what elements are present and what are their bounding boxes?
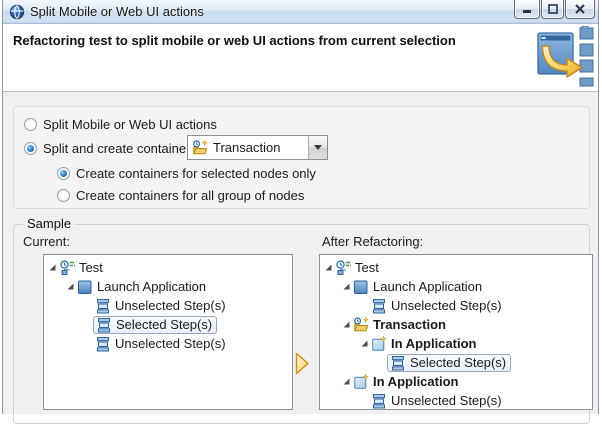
step-icon [96,317,112,333]
radio-icon[interactable] [57,189,70,202]
tree-item-label: In Application [391,336,477,351]
radio-all-nodes-label: Create containers for all group of nodes [76,188,305,203]
tree-item-label: Selected Step(s) [410,355,507,370]
minimize-icon [523,9,531,13]
header-message: Refactoring test to split mobile or web … [13,33,456,48]
close-button[interactable] [565,0,595,19]
transaction-icon [353,316,369,333]
refactor-banner-icon [536,25,594,93]
radio-split-actions-label: Split Mobile or Web UI actions [43,117,217,132]
tree-row[interactable]: In Application [320,334,592,353]
window-controls [513,0,595,19]
tree-row[interactable]: Launch Application [320,277,592,296]
transfer-arrow-icon [295,352,310,378]
launch-app-icon [353,279,369,295]
radio-split-actions[interactable]: Split Mobile or Web UI actions [24,117,217,132]
radio-selected-nodes[interactable]: Create containers for selected nodes onl… [57,166,316,181]
expand-triangle-icon[interactable] [324,263,335,272]
maximize-icon [547,4,558,14]
tree-row[interactable]: Unselected Step(s) [44,296,292,315]
current-tree[interactable]: Test Launch Application Unselected Step(s)… [43,254,293,410]
radio-split-container-label: Split and create container: [43,141,195,156]
step-icon [371,393,387,409]
tree-row[interactable]: Unselected Step(s) [320,391,592,409]
tree-row[interactable]: Transaction [320,315,592,334]
tree-row[interactable]: Selected Step(s) [44,315,292,334]
sample-group: Sample Current: After Refactoring: Test L… [13,216,593,424]
tree-item-label: Launch Application [97,279,207,294]
test-icon [59,259,75,276]
tree-row[interactable]: In Application [320,372,592,391]
expand-triangle-icon[interactable] [66,282,77,291]
tree-item-label: Test [79,260,103,275]
radio-selected-nodes-label: Create containers for selected nodes onl… [76,166,316,181]
radio-icon[interactable] [24,142,37,155]
test-icon [335,259,351,276]
tree-item-label: Launch Application [373,279,483,294]
minimize-button[interactable] [514,0,540,19]
container-type-value: Transaction [213,140,281,155]
tree-item-label: Selected Step(s) [116,317,213,332]
tree-item-label: Unselected Step(s) [391,393,502,408]
step-icon [371,298,387,314]
expand-triangle-icon[interactable] [342,320,353,329]
radio-split-container[interactable]: Split and create container: [24,141,194,156]
maximize-button[interactable] [541,0,564,19]
dialog-window: Split Mobile or Web UI actions Refactori… [2,0,599,424]
tree-row[interactable]: Selected Step(s) [320,353,592,372]
launch-app-icon [77,279,93,295]
sample-group-label: Sample [23,216,76,231]
tree-row[interactable]: Test [320,258,592,277]
expand-triangle-icon[interactable] [342,377,353,386]
tree-item-label: Unselected Step(s) [115,298,226,313]
current-tree-label: Current: [23,234,70,249]
title-bar[interactable]: Split Mobile or Web UI actions [3,0,598,24]
window-title: Split Mobile or Web UI actions [30,4,204,19]
transaction-icon [192,139,208,156]
radio-all-nodes[interactable]: Create containers for all group of nodes [57,188,304,203]
chevron-down-icon [314,145,322,150]
expand-triangle-icon[interactable] [360,339,371,348]
step-icon [95,298,111,314]
tree-row[interactable]: Unselected Step(s) [320,296,592,315]
tree-item-label: Unselected Step(s) [115,336,226,351]
options-box: Split Mobile or Web UI actions Split and… [13,106,590,209]
radio-icon[interactable] [24,118,37,131]
step-icon [390,355,406,371]
after-tree-label: After Refactoring: [322,234,424,249]
container-type-combo[interactable]: Transaction [187,135,328,160]
tree-item-label: In Application [373,374,459,389]
tree-item-label: Transaction [373,317,446,332]
selected-tree-item[interactable]: Selected Step(s) [93,315,218,334]
app-globe-icon [9,4,25,20]
expand-triangle-icon[interactable] [342,282,353,291]
tree-row[interactable]: Unselected Step(s) [44,334,292,353]
combo-dropdown-button[interactable] [308,136,327,159]
tree-row[interactable]: Test [44,258,292,277]
tree-row[interactable]: Launch Application [44,277,292,296]
in-app-icon [371,335,387,352]
step-icon [95,336,111,352]
selected-tree-item[interactable]: Selected Step(s) [387,353,512,372]
after-refactoring-tree[interactable]: Test Launch Application Unselected Step(s)… [319,254,593,410]
expand-triangle-icon[interactable] [48,263,59,272]
radio-icon[interactable] [57,167,70,180]
tree-item-label: Unselected Step(s) [391,298,502,313]
tree-item-label: Test [355,260,379,275]
dialog-header: Refactoring test to split mobile or web … [3,24,598,92]
in-app-icon [353,373,369,390]
close-icon [575,4,585,14]
